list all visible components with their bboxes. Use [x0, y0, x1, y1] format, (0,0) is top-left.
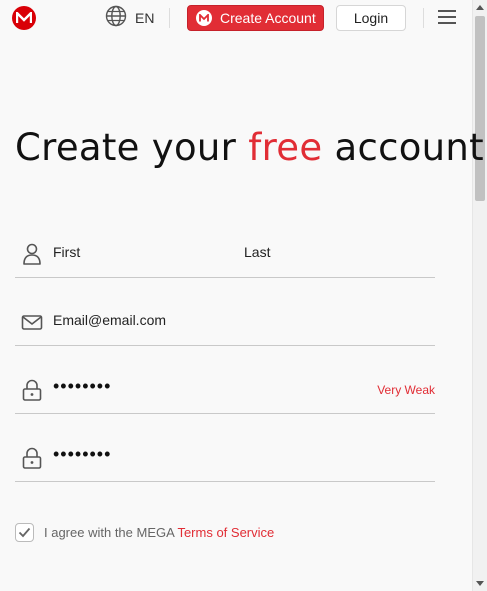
divider: [423, 8, 424, 28]
mega-logo-icon[interactable]: [12, 6, 36, 30]
confirm-password-row: ••••••••: [15, 442, 435, 482]
terms-checkbox[interactable]: [15, 522, 34, 542]
language-selector[interactable]: EN: [105, 5, 155, 32]
terms-label: I agree with the MEGA Terms of Service: [44, 524, 275, 540]
confirm-password-field[interactable]: ••••••••: [53, 444, 111, 465]
login-button[interactable]: Login: [336, 5, 406, 31]
email-field[interactable]: Email@email.com: [53, 312, 166, 328]
signup-page: EN Create Account Login Create your free…: [0, 0, 487, 591]
first-name-field[interactable]: First: [53, 244, 80, 260]
scroll-up-arrow-icon[interactable]: [476, 5, 484, 10]
create-account-button[interactable]: Create Account: [187, 5, 324, 31]
mega-logo-icon: [196, 10, 212, 26]
email-icon: [21, 310, 43, 334]
name-row: First Last: [15, 238, 435, 278]
terms-of-service-link[interactable]: Terms of Service: [177, 525, 274, 540]
password-field[interactable]: ••••••••: [53, 376, 111, 397]
top-bar: EN Create Account Login: [0, 0, 472, 37]
lock-icon: [21, 446, 43, 470]
terms-row: I agree with the MEGA Terms of Service: [15, 522, 274, 542]
scroll-down-arrow-icon[interactable]: [476, 581, 484, 586]
last-name-field[interactable]: Last: [244, 244, 270, 260]
divider: [169, 8, 170, 28]
password-strength-label: Very Weak: [377, 383, 435, 397]
page-title: Create your free account: [15, 126, 484, 169]
lock-icon: [21, 378, 43, 402]
menu-icon[interactable]: [438, 10, 458, 26]
email-row: Email@email.com: [15, 306, 435, 346]
password-row: •••••••• Very Weak: [15, 374, 435, 414]
user-icon: [21, 242, 43, 266]
scrollbar[interactable]: [472, 0, 487, 591]
language-label: EN: [135, 10, 155, 26]
scroll-thumb[interactable]: [475, 16, 485, 201]
create-account-label: Create Account: [220, 10, 316, 26]
check-icon: [18, 527, 31, 537]
globe-icon: [105, 5, 127, 32]
